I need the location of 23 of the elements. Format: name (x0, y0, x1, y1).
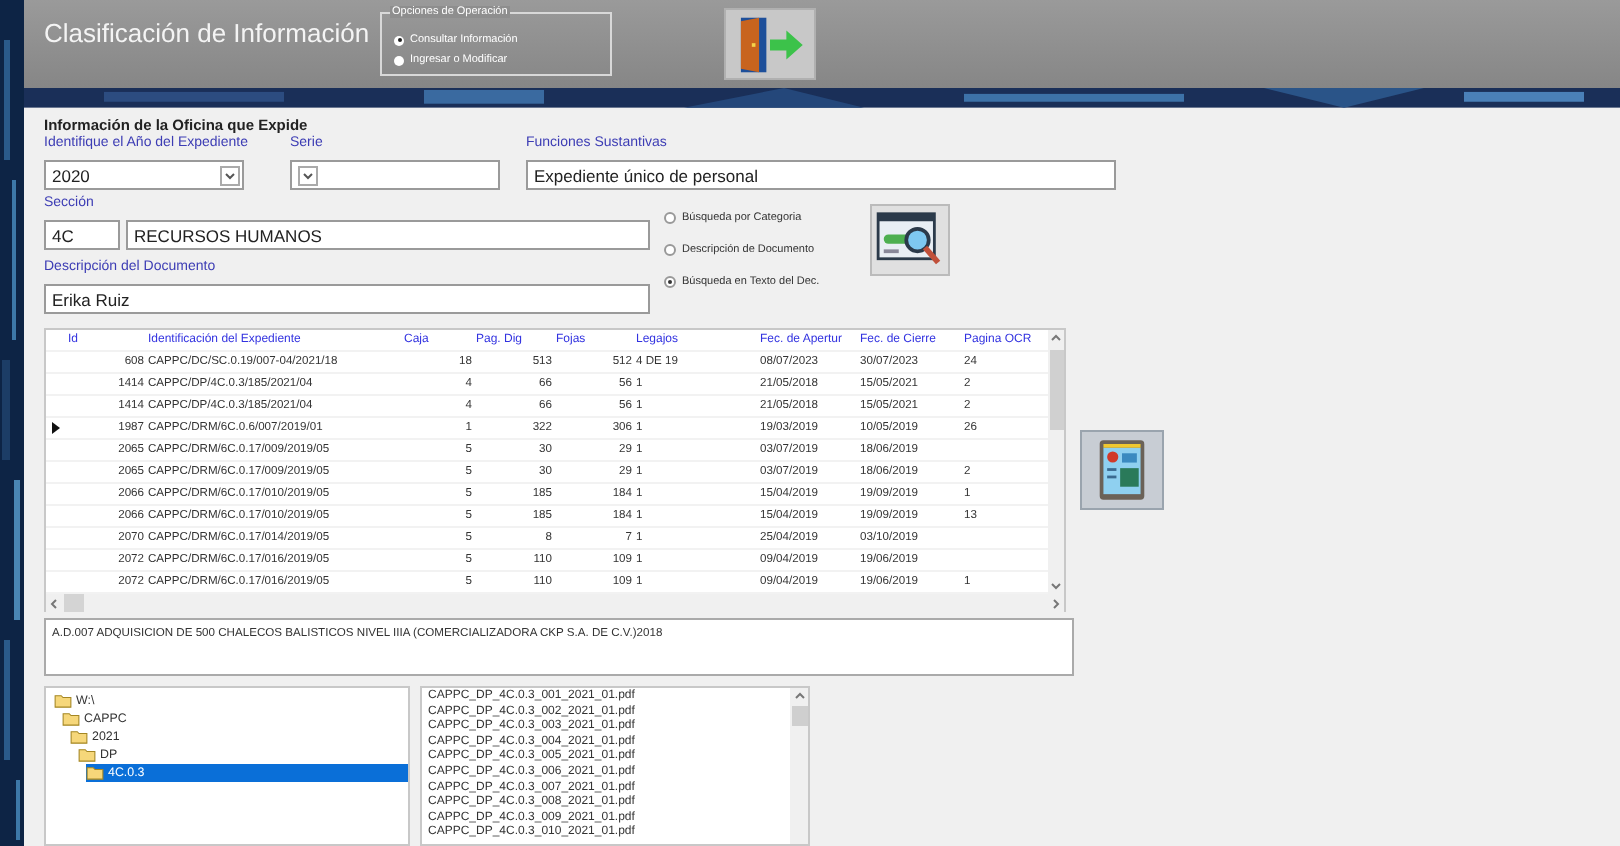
scroll-down-icon[interactable] (1048, 578, 1064, 594)
exit-button[interactable] (724, 8, 816, 80)
dropdown-icon[interactable] (220, 165, 240, 185)
section-code-field[interactable]: 4C (44, 220, 120, 250)
funciones-field[interactable]: Expediente único de personal (526, 160, 1116, 190)
search-button[interactable] (870, 204, 950, 276)
scrollbar-thumb[interactable] (791, 706, 807, 726)
scroll-left-icon[interactable] (46, 595, 62, 611)
document-button[interactable] (1080, 430, 1164, 510)
scrollbar-thumb[interactable] (64, 594, 84, 612)
scroll-up-icon[interactable] (791, 688, 807, 704)
description-field[interactable]: Erika Ruiz (44, 284, 650, 314)
document-icon (1096, 438, 1148, 502)
row-pointer-icon (52, 422, 60, 434)
serie-dropdown[interactable] (290, 160, 500, 190)
scrollbar-thumb[interactable] (1049, 350, 1063, 430)
window-title: Clasificación de Información (44, 18, 372, 50)
section-name-field[interactable]: RECURSOS HUMANOS (126, 220, 650, 250)
scroll-right-icon[interactable] (1048, 595, 1064, 611)
search-icon (876, 210, 944, 270)
scroll-up-icon[interactable] (1048, 330, 1064, 346)
dropdown-icon[interactable] (298, 165, 318, 185)
year-dropdown[interactable]: 2020 (44, 160, 244, 190)
